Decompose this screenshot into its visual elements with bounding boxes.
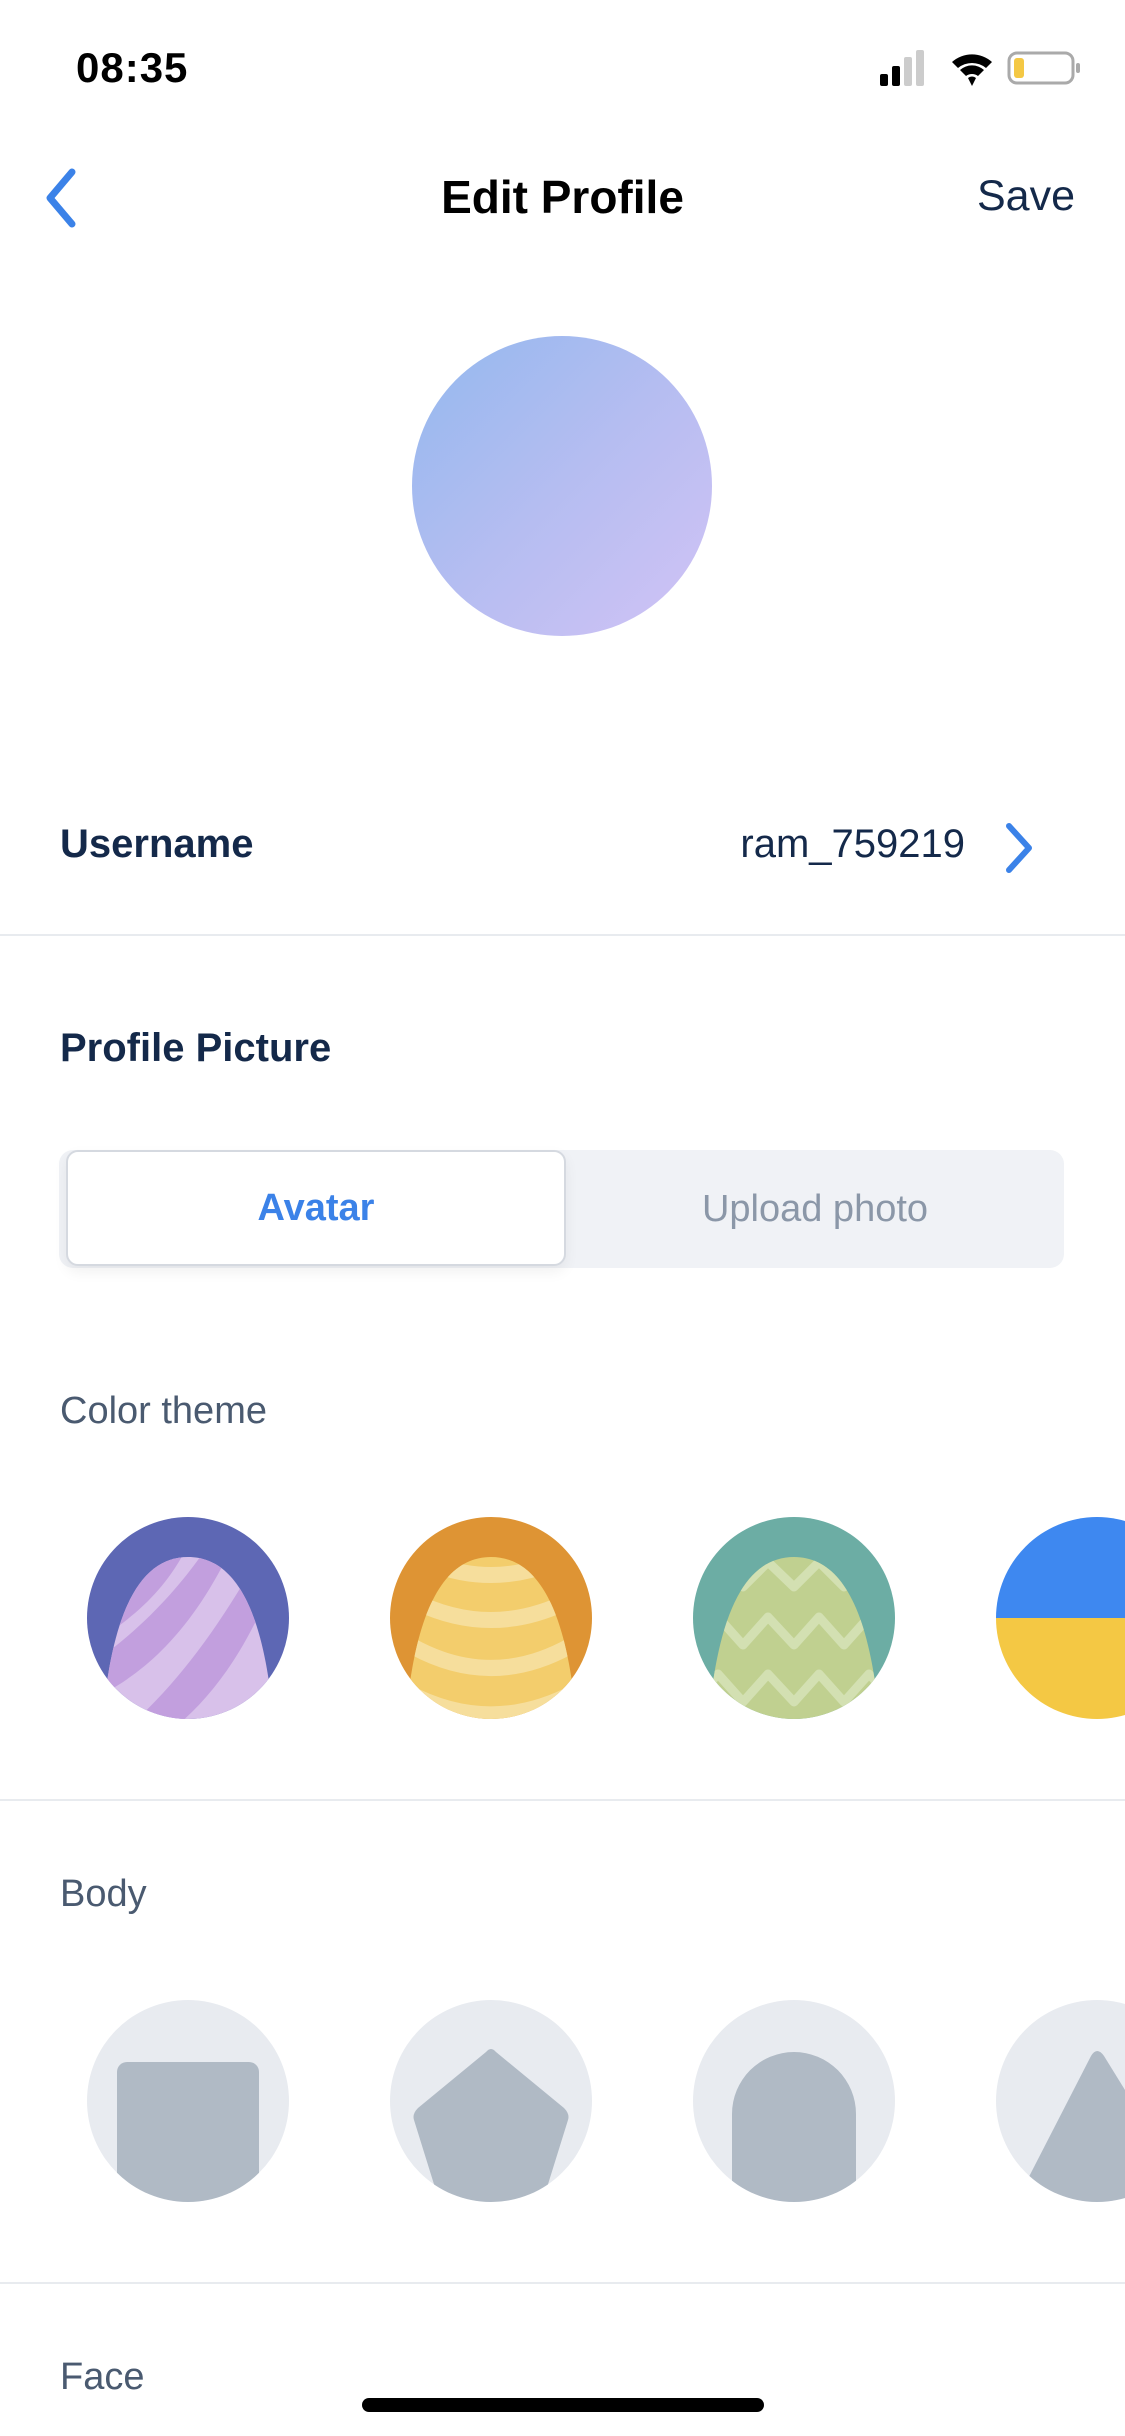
body-option-pentagon[interactable] — [390, 2000, 592, 2202]
divider — [0, 1799, 1125, 1801]
color-theme-teal[interactable] — [693, 1517, 895, 1719]
body-option-square[interactable] — [87, 2000, 289, 2202]
body-option-arch[interactable] — [693, 2000, 895, 2202]
status-icons — [880, 50, 1080, 86]
battery-icon — [1007, 51, 1080, 85]
divider — [0, 934, 1125, 936]
avatar-preview — [412, 336, 712, 636]
username-value: ram_759219 — [740, 822, 965, 866]
color-theme-orange[interactable] — [390, 1517, 592, 1719]
tab-upload-photo[interactable]: Upload photo — [566, 1150, 1064, 1268]
divider — [0, 2282, 1125, 2284]
signal-icon — [880, 50, 924, 86]
wifi-icon — [952, 54, 992, 86]
status-time: 08:35 — [76, 44, 189, 91]
color-theme-label: Color theme — [60, 1390, 267, 1432]
color-theme-blue-yellow[interactable] — [996, 1517, 1125, 1719]
tab-avatar[interactable]: Avatar — [66, 1150, 566, 1266]
profile-picture-heading: Profile Picture — [60, 1026, 332, 1070]
username-label: Username — [60, 822, 254, 866]
body-option-triangle[interactable] — [996, 2000, 1125, 2202]
page-title: Edit Profile — [441, 171, 684, 223]
body-label: Body — [60, 1873, 147, 1915]
face-label: Face — [60, 2356, 145, 2398]
chevron-right-icon[interactable] — [1001, 820, 1037, 876]
save-button[interactable]: Save — [977, 172, 1075, 221]
color-theme-purple[interactable] — [87, 1517, 289, 1719]
home-indicator[interactable] — [362, 2398, 764, 2412]
